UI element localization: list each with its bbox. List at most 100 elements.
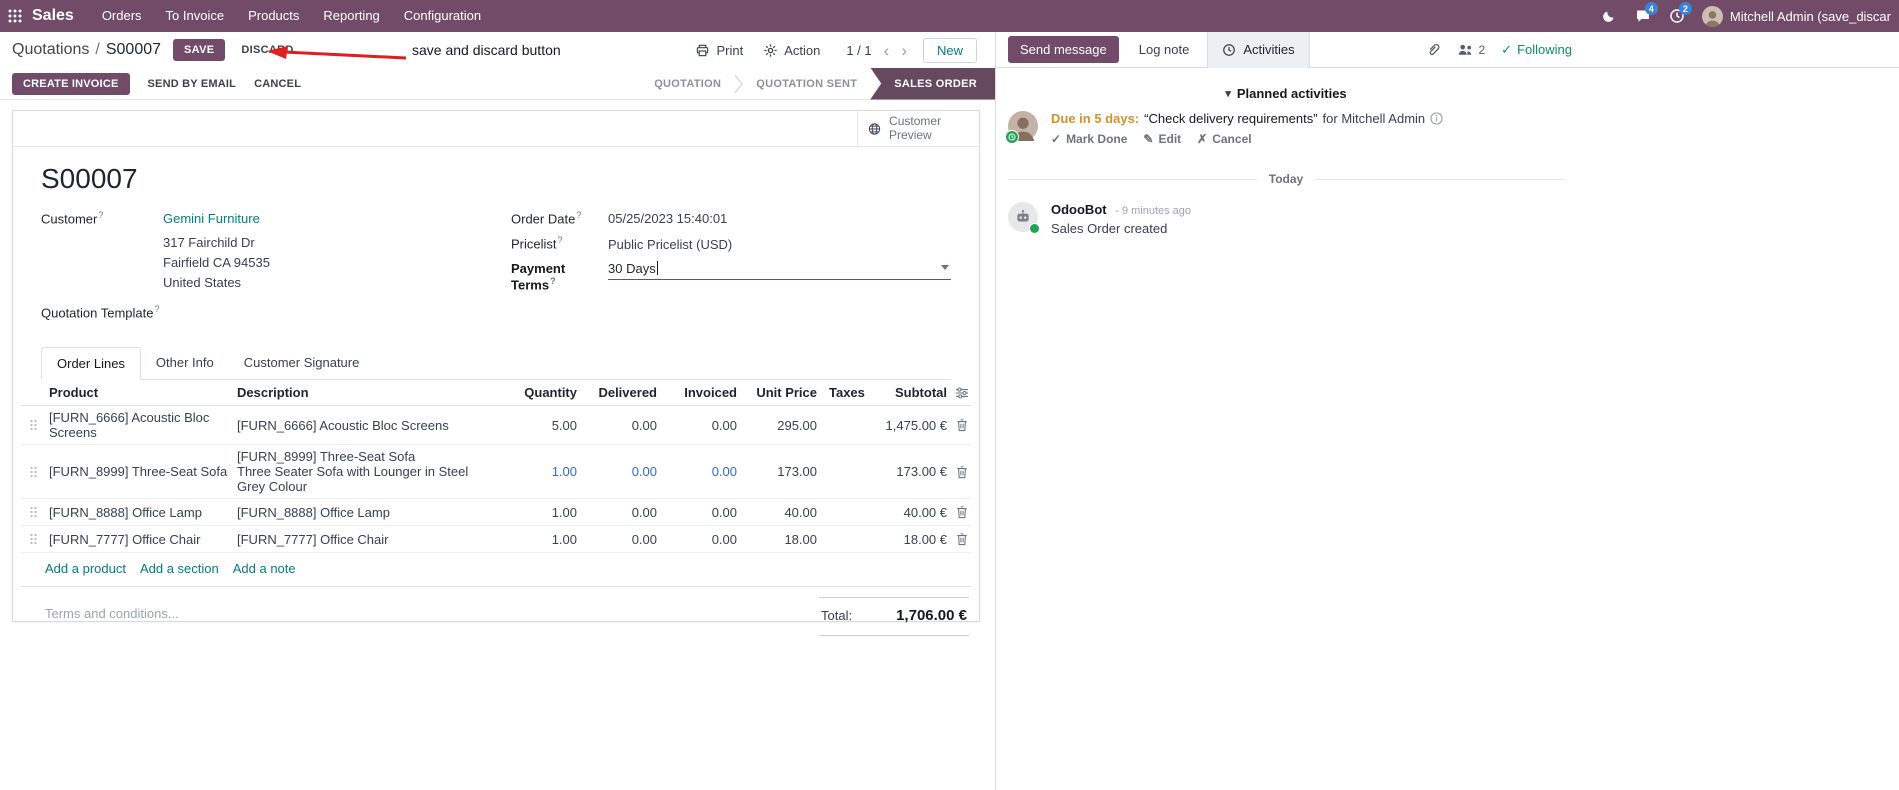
- followers-icon: [1459, 44, 1472, 55]
- drag-handle-icon[interactable]: [21, 466, 45, 478]
- col-invoiced: Invoiced: [684, 385, 737, 401]
- cell-quantity[interactable]: 1.00: [485, 501, 581, 524]
- cell-delivered[interactable]: 0.00: [581, 501, 661, 524]
- tab-customer-signature[interactable]: Customer Signature: [229, 347, 375, 380]
- send-message-button[interactable]: Send message: [1008, 36, 1119, 63]
- odoobot-badge: [1029, 223, 1040, 234]
- print-button[interactable]: Print: [695, 43, 743, 58]
- delete-row-icon[interactable]: [951, 465, 973, 479]
- dark-mode-icon[interactable]: [1592, 0, 1626, 32]
- cell-unit-price[interactable]: 40.00: [741, 501, 821, 524]
- cell-quantity[interactable]: 5.00: [485, 414, 581, 437]
- drag-handle-icon[interactable]: [21, 533, 45, 545]
- save-button[interactable]: SAVE: [173, 39, 226, 61]
- menu-to-invoice[interactable]: To Invoice: [154, 0, 237, 32]
- log-note-button[interactable]: Log note: [1139, 42, 1190, 57]
- cell-delivered[interactable]: 0.00: [632, 464, 657, 479]
- menu-products[interactable]: Products: [236, 0, 311, 32]
- planned-activities-header[interactable]: ▾ Planned activities: [1008, 86, 1564, 101]
- cell-product[interactable]: [FURN_7777] Office Chair: [45, 528, 233, 551]
- cancel-button[interactable]: CANCEL: [254, 78, 301, 90]
- attachment-icon[interactable]: [1426, 42, 1441, 57]
- dropdown-caret-icon[interactable]: [941, 264, 949, 270]
- cancel-activity-button[interactable]: ✗ Cancel: [1197, 132, 1251, 146]
- tab-order-lines[interactable]: Order Lines: [41, 347, 141, 381]
- pricelist-field[interactable]: Public Pricelist (USD): [608, 237, 732, 252]
- message-author: OdooBot: [1051, 202, 1107, 217]
- action-button[interactable]: Action: [763, 43, 820, 58]
- cell-delivered[interactable]: 0.00: [581, 528, 661, 551]
- customer-preview-button[interactable]: Customer Preview: [857, 111, 979, 147]
- odoobot-avatar: [1008, 202, 1040, 234]
- stage-quotation-sent[interactable]: QUOTATION SENT: [743, 68, 870, 100]
- cell-taxes[interactable]: [821, 508, 881, 516]
- cancel-label: Cancel: [1212, 132, 1252, 146]
- drag-handle-icon[interactable]: [21, 506, 45, 518]
- activities-clock-icon[interactable]: 2: [1660, 0, 1694, 32]
- stage-quotation[interactable]: QUOTATION: [641, 68, 734, 100]
- terms-placeholder[interactable]: Terms and conditions...: [45, 597, 819, 636]
- cell-invoiced[interactable]: 0.00: [661, 414, 741, 437]
- payment-terms-label: Payment Terms?: [511, 260, 566, 292]
- total-box: Total: 1,706.00 €: [819, 597, 969, 637]
- order-date-field[interactable]: 05/25/2023 15:40:01: [608, 211, 727, 226]
- customer-link[interactable]: Gemini Furniture: [163, 211, 260, 226]
- help-marker: ?: [557, 235, 563, 246]
- followers-button[interactable]: 2: [1457, 43, 1485, 57]
- cell-taxes[interactable]: [821, 421, 881, 429]
- cell-taxes[interactable]: [821, 535, 881, 543]
- cell-unit-price[interactable]: 18.00: [741, 528, 821, 551]
- drag-handle-icon[interactable]: [21, 419, 45, 431]
- notebook-tabs: Order Lines Other Info Customer Signatur…: [41, 347, 951, 381]
- message-body: Sales Order created: [1051, 221, 1168, 236]
- mark-done-button[interactable]: ✓ Mark Done: [1051, 132, 1127, 146]
- pager-next-icon[interactable]: ›: [901, 42, 907, 59]
- delete-row-icon[interactable]: [951, 505, 973, 519]
- messages-icon[interactable]: 4: [1626, 0, 1660, 32]
- delete-row-icon[interactable]: [951, 418, 973, 432]
- menu-reporting[interactable]: Reporting: [311, 0, 391, 32]
- cross-icon: ✗: [1197, 132, 1208, 146]
- cell-unit-price[interactable]: 173.00: [741, 460, 821, 483]
- cell-invoiced[interactable]: 0.00: [661, 501, 741, 524]
- cell-quantity[interactable]: 1.00: [485, 528, 581, 551]
- activity-assignee: for Mitchell Admin: [1322, 111, 1426, 126]
- cell-taxes[interactable]: [821, 468, 881, 476]
- cell-product[interactable]: [FURN_8999] Three-Seat Sofa: [45, 460, 233, 483]
- info-icon[interactable]: [1430, 112, 1443, 125]
- cell-description[interactable]: [FURN_7777] Office Chair: [233, 528, 485, 551]
- menu-orders[interactable]: Orders: [90, 0, 154, 32]
- cell-description[interactable]: [FURN_8888] Office Lamp: [233, 501, 485, 524]
- cell-description[interactable]: [FURN_6666] Acoustic Bloc Screens: [233, 414, 485, 437]
- add-product-link[interactable]: Add a product: [45, 561, 126, 576]
- cell-product[interactable]: [FURN_6666] Acoustic Bloc Screens: [45, 406, 233, 444]
- edit-activity-button[interactable]: ✎ Edit: [1143, 132, 1181, 146]
- cell-invoiced[interactable]: 0.00: [712, 464, 737, 479]
- cell-product[interactable]: [FURN_8888] Office Lamp: [45, 501, 233, 524]
- payment-terms-input[interactable]: 30 Days: [608, 261, 951, 280]
- cell-delivered[interactable]: 0.00: [581, 414, 661, 437]
- new-button[interactable]: New: [922, 37, 977, 63]
- stage-sales-order[interactable]: SALES ORDER: [870, 67, 995, 100]
- breadcrumb-quotations[interactable]: Quotations: [12, 41, 89, 58]
- annotation-text: save and discard button: [412, 42, 561, 58]
- add-note-link[interactable]: Add a note: [233, 561, 296, 576]
- cell-invoiced[interactable]: 0.00: [661, 528, 741, 551]
- activities-tab[interactable]: Activities: [1207, 31, 1310, 68]
- send-by-email-button[interactable]: SEND BY EMAIL: [148, 78, 237, 90]
- robot-icon: [1017, 210, 1029, 222]
- app-brand[interactable]: Sales: [32, 7, 74, 25]
- user-menu[interactable]: Mitchell Admin (save_discar: [1694, 5, 1899, 27]
- tab-other-info[interactable]: Other Info: [141, 347, 229, 380]
- create-invoice-button[interactable]: CREATE INVOICE: [12, 72, 130, 95]
- optional-columns-icon[interactable]: [951, 387, 973, 399]
- cell-description[interactable]: [FURN_8999] Three-Seat Sofa Three Seater…: [233, 445, 485, 498]
- following-button[interactable]: ✓ Following: [1501, 42, 1572, 58]
- delete-row-icon[interactable]: [951, 532, 973, 546]
- cell-quantity[interactable]: 1.00: [552, 464, 577, 479]
- menu-configuration[interactable]: Configuration: [392, 0, 493, 32]
- cell-unit-price[interactable]: 295.00: [741, 414, 821, 437]
- add-section-link[interactable]: Add a section: [140, 561, 219, 576]
- pager-prev-icon[interactable]: ‹: [884, 42, 890, 59]
- apps-grid-icon[interactable]: [0, 0, 30, 32]
